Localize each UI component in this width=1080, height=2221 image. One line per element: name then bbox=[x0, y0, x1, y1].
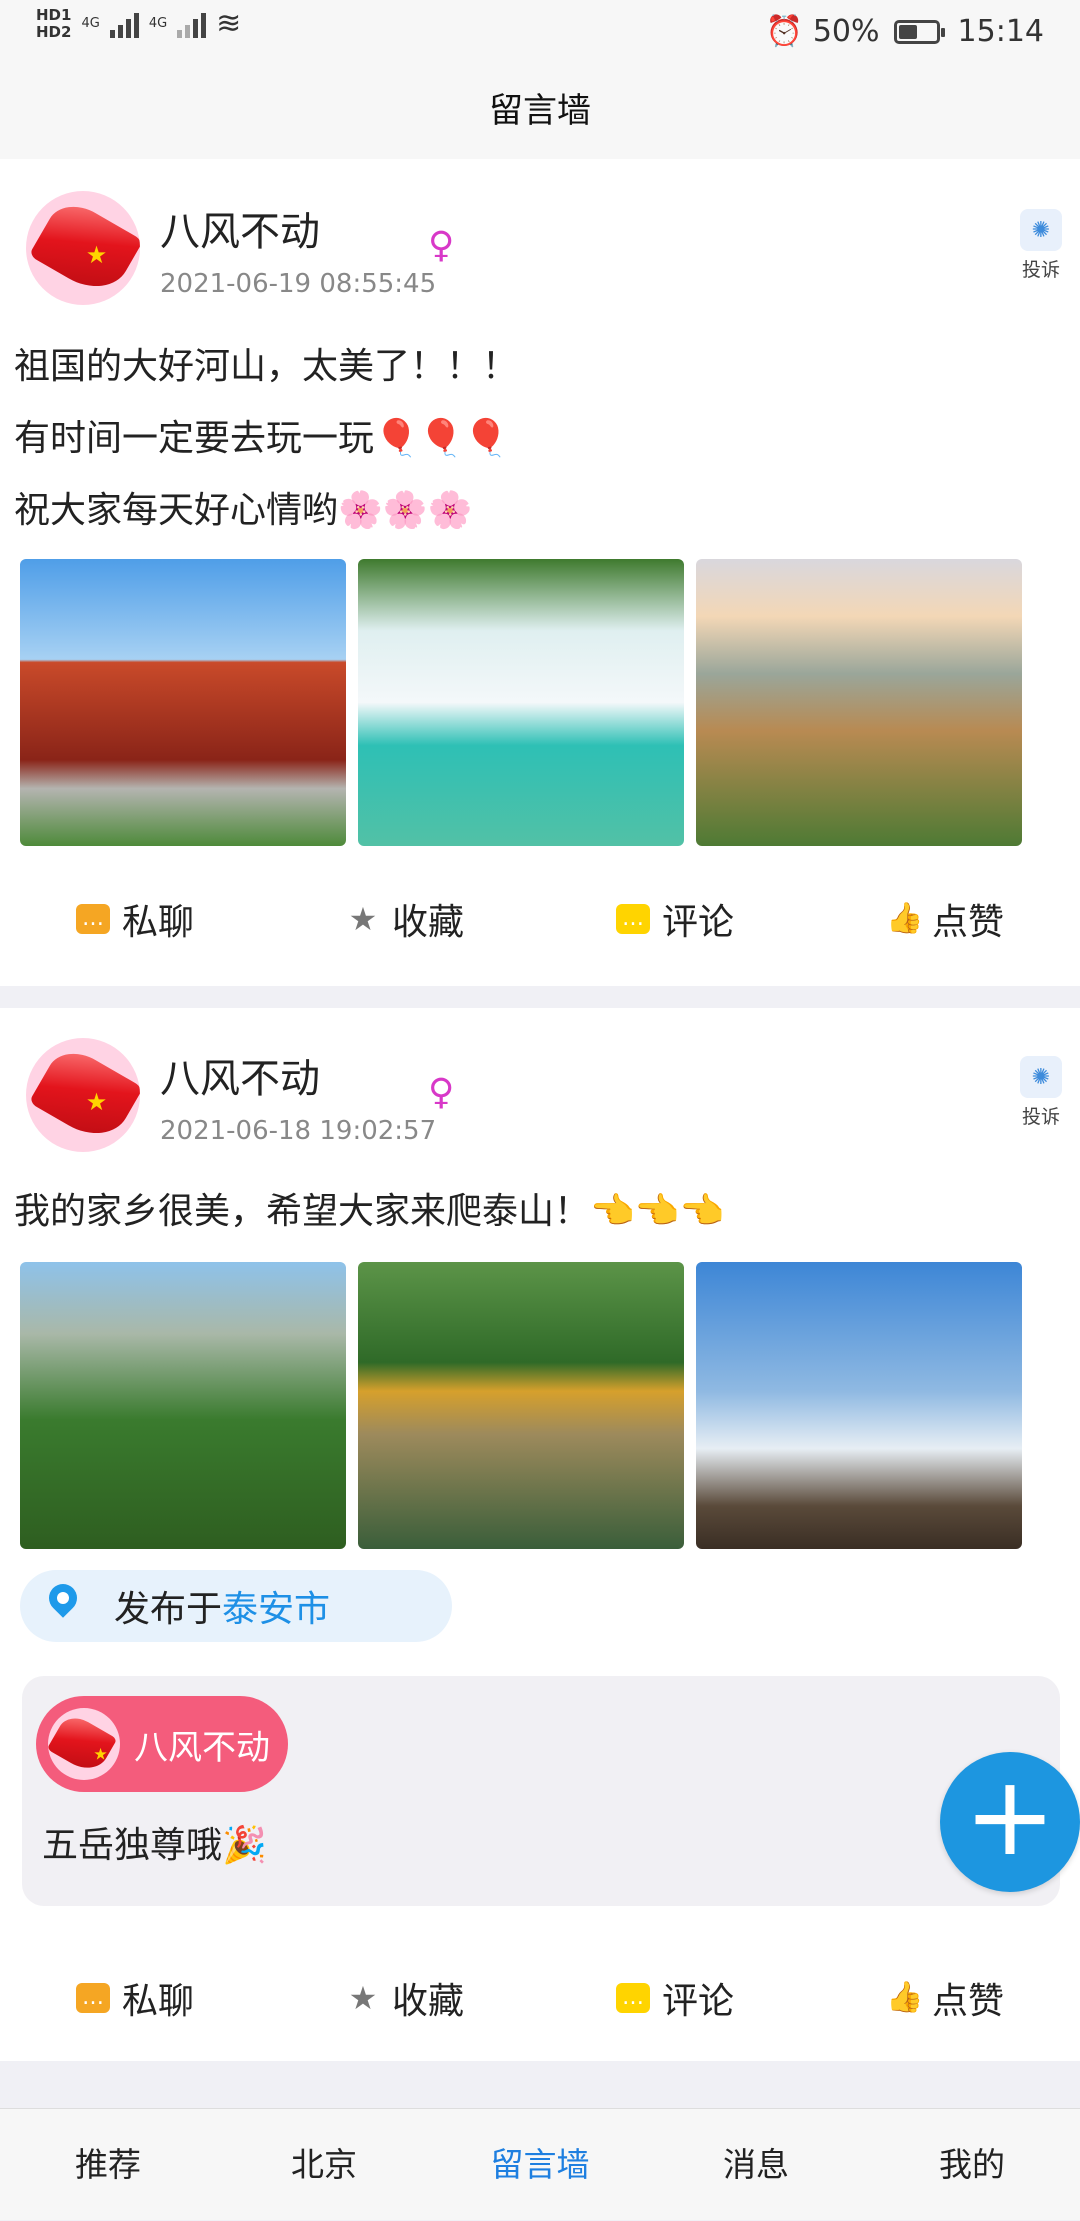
location-tag[interactable]: 发布于 泰安市 bbox=[20, 1570, 452, 1642]
female-icon: ♀ bbox=[428, 1072, 455, 1113]
chat-icon: … bbox=[75, 904, 110, 934]
post-card: ★ 八风不动 2021-06-18 19:02:57 ♀ ✺ 投诉 我的家乡很美… bbox=[0, 1008, 1080, 2061]
nav-tab-recommend[interactable]: 推荐 bbox=[0, 2109, 216, 2220]
signal-icon bbox=[109, 10, 139, 38]
location-pin-icon bbox=[46, 1584, 80, 1628]
network-type-2: 4G bbox=[148, 16, 168, 31]
report-label: 投诉 bbox=[1021, 1106, 1060, 1128]
avatar[interactable]: ★ bbox=[26, 1038, 140, 1152]
comment-button[interactable]: … 评论 bbox=[540, 869, 810, 969]
wifi-icon: ≋ bbox=[216, 6, 242, 41]
comment-box: ★ 八风不动 五岳独尊哦🎉 bbox=[22, 1676, 1060, 1906]
avatar[interactable]: ★ bbox=[26, 191, 140, 305]
report-button[interactable]: ✺ 投诉 bbox=[1016, 1056, 1066, 1129]
user-name[interactable]: 八风不动 bbox=[160, 199, 320, 257]
comment-button[interactable]: … 评论 bbox=[540, 1948, 810, 2048]
post-text-line: 祖国的大好河山，太美了！！！ bbox=[14, 346, 519, 387]
report-button[interactable]: ✺ 投诉 bbox=[1016, 209, 1066, 282]
comment-avatar: ★ bbox=[48, 1708, 120, 1780]
chat-button[interactable]: … 私聊 bbox=[0, 869, 270, 969]
comment-icon: … bbox=[615, 1983, 650, 2013]
photo-mountain[interactable] bbox=[20, 1262, 346, 1549]
page-title: 留言墙 bbox=[0, 64, 1080, 159]
signal-icon-2 bbox=[177, 10, 207, 38]
clock: 15:14 bbox=[957, 14, 1044, 49]
thumbs-up-icon: 👍 bbox=[885, 901, 924, 936]
post-actions: … 私聊 ★ 收藏 … 评论 👍 点赞 bbox=[0, 869, 1080, 969]
photo-sea-of-clouds[interactable] bbox=[696, 1262, 1022, 1549]
lightbulb-icon: ✺ bbox=[1020, 209, 1062, 251]
report-label: 投诉 bbox=[1021, 259, 1060, 281]
add-post-button[interactable]: + bbox=[940, 1752, 1080, 1892]
photo-great-wall[interactable] bbox=[696, 559, 1022, 846]
star-icon: ★ bbox=[348, 900, 378, 938]
photo-pavilion[interactable] bbox=[20, 559, 346, 846]
post-actions: … 私聊 ★ 收藏 … 评论 👍 点赞 bbox=[0, 1948, 1080, 2048]
battery-icon bbox=[893, 19, 945, 44]
user-name[interactable]: 八风不动 bbox=[160, 1046, 320, 1104]
chat-icon: … bbox=[75, 1983, 110, 2013]
sim-indicator: HD1 HD2 bbox=[36, 5, 72, 41]
like-button[interactable]: 👍 点赞 bbox=[810, 1948, 1080, 2048]
favorite-button[interactable]: ★ 收藏 bbox=[270, 869, 540, 969]
comment-icon: … bbox=[615, 904, 650, 934]
location-city[interactable]: 泰安市 bbox=[222, 1580, 330, 1632]
bottom-nav: 推荐 北京 留言墙 消息 我的 bbox=[0, 2108, 1080, 2220]
lightbulb-icon: ✺ bbox=[1020, 1056, 1062, 1098]
post-text-line: 我的家乡很美，希望大家来爬泰山！👈👈👈 bbox=[14, 1191, 725, 1232]
nav-tab-me[interactable]: 我的 bbox=[864, 2109, 1080, 2220]
comment-user-name: 八风不动 bbox=[134, 1727, 270, 1768]
photo-lake-pavilion[interactable] bbox=[358, 1262, 684, 1549]
photo-waterfall[interactable] bbox=[358, 559, 684, 846]
status-bar: HD1 HD2 4G 4G ≋ ⏰ 50% 15:14 bbox=[0, 0, 1080, 64]
comment-user-pill[interactable]: ★ 八风不动 bbox=[36, 1696, 288, 1792]
post-text-line: 有时间一定要去玩一玩🎈🎈🎈 bbox=[14, 418, 509, 459]
network-type: 4G bbox=[81, 16, 100, 31]
female-icon: ♀ bbox=[428, 225, 455, 266]
post-time: 2021-06-19 08:55:45 bbox=[160, 269, 437, 299]
post-time: 2021-06-18 19:02:57 bbox=[160, 1116, 437, 1146]
favorite-button[interactable]: ★ 收藏 bbox=[270, 1948, 540, 2048]
nav-tab-beijing[interactable]: 北京 bbox=[216, 2109, 432, 2220]
comment-text: 五岳独尊哦🎉 bbox=[42, 1825, 267, 1866]
post-card: ★ 八风不动 2021-06-19 08:55:45 ♀ ✺ 投诉 祖国的大好河… bbox=[0, 159, 1080, 986]
thumbs-up-icon: 👍 bbox=[885, 1980, 924, 2015]
battery-percent: 50% bbox=[812, 14, 880, 49]
nav-tab-messages[interactable]: 消息 bbox=[648, 2109, 864, 2220]
star-icon: ★ bbox=[348, 1979, 378, 2017]
chat-button[interactable]: … 私聊 bbox=[0, 1948, 270, 2048]
nav-tab-message-wall[interactable]: 留言墙 bbox=[432, 2109, 648, 2220]
alarm-icon: ⏰ bbox=[765, 14, 803, 49]
like-button[interactable]: 👍 点赞 bbox=[810, 869, 1080, 969]
post-text-line: 祝大家每天好心情哟🌸🌸🌸 bbox=[14, 490, 473, 531]
